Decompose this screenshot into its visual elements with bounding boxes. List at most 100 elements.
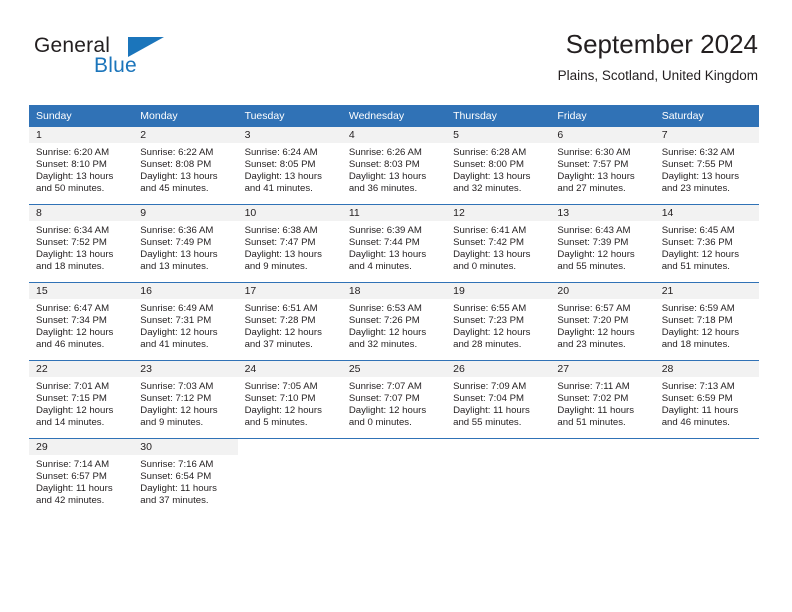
calendar-cell: 29 Sunrise: 7:14 AM Sunset: 6:57 PM Dayligh…	[29, 438, 134, 516]
daylight-duration-line2: and 50 minutes.	[36, 183, 105, 195]
day-info: Sunrise: 6:49 AM Sunset: 7:31 PM Daylight:…	[133, 299, 237, 351]
daylight-duration-line1: Daylight: 13 hours	[348, 249, 427, 261]
daylight-duration-line2: and 42 minutes.	[36, 495, 105, 507]
day-number: 4	[341, 127, 447, 143]
sunset-time: Sunset: 7:23 PM	[453, 315, 525, 327]
calendar-cell: 13 Sunrise: 6:43 AM Sunset: 7:39 PM Dayligh…	[550, 204, 655, 282]
day-cell[interactable]: 5 Sunrise: 6:28 AM Sunset: 8:00 PM Daylight…	[446, 126, 551, 204]
day-number	[341, 439, 447, 455]
day-cell[interactable]: 3 Sunrise: 6:24 AM Sunset: 8:05 PM Daylight…	[237, 126, 342, 204]
day-cell[interactable]: 12 Sunrise: 6:41 AM Sunset: 7:42 PM Dayligh…	[446, 204, 551, 282]
day-cell[interactable]: 14 Sunrise: 6:45 AM Sunset: 7:36 PM Dayligh…	[654, 204, 759, 282]
day-number: 16	[133, 283, 238, 299]
daylight-duration-line1: Daylight: 13 hours	[244, 171, 322, 183]
daylight-duration-line2: and 41 minutes.	[244, 183, 313, 195]
day-cell[interactable]: 18 Sunrise: 6:53 AM Sunset: 7:26 PM Dayligh…	[341, 282, 447, 360]
day-cell[interactable]: 29 Sunrise: 7:14 AM Sunset: 6:57 PM Dayligh…	[29, 438, 134, 516]
day-cell[interactable]: 21 Sunrise: 6:59 AM Sunset: 7:18 PM Dayligh…	[654, 282, 759, 360]
daylight-duration-line2: and 0 minutes.	[453, 261, 517, 273]
day-cell[interactable]: 2 Sunrise: 6:22 AM Sunset: 8:08 PM Daylight…	[133, 126, 238, 204]
sunset-time: Sunset: 7:52 PM	[36, 237, 107, 249]
daylight-duration-line2: and 18 minutes.	[661, 339, 730, 351]
day-info: Sunrise: 7:03 AM Sunset: 7:12 PM Daylight:…	[133, 377, 237, 429]
day-number	[654, 439, 759, 455]
sunset-time: Sunset: 7:20 PM	[557, 315, 629, 327]
daylight-duration-line1: Daylight: 11 hours	[557, 405, 635, 417]
sunrise-time: Sunrise: 6:36 AM	[140, 225, 214, 236]
sunset-time: Sunset: 7:49 PM	[140, 237, 212, 249]
day-cell[interactable]: 30 Sunrise: 7:16 AM Sunset: 6:54 PM Dayligh…	[133, 438, 238, 516]
day-cell[interactable]: 8 Sunrise: 6:34 AM Sunset: 7:52 PM Daylight…	[29, 204, 134, 282]
sunset-time: Sunset: 8:03 PM	[348, 159, 420, 171]
daylight-duration-line2: and 46 minutes.	[661, 417, 730, 429]
day-cell[interactable]: 25 Sunrise: 7:07 AM Sunset: 7:07 PM Dayligh…	[341, 360, 447, 438]
daylight-duration-line2: and 28 minutes.	[453, 339, 522, 351]
sunrise-time: Sunrise: 6:41 AM	[453, 225, 527, 236]
calendar-cell: 25 Sunrise: 7:07 AM Sunset: 7:07 PM Dayligh…	[341, 360, 447, 438]
day-info: Sunrise: 6:28 AM Sunset: 8:00 PM Daylight:…	[446, 143, 550, 195]
day-number: 3	[237, 127, 342, 143]
day-cell[interactable]: 20 Sunrise: 6:57 AM Sunset: 7:20 PM Dayligh…	[550, 282, 655, 360]
weekday-header-tuesday: Tuesday	[237, 105, 342, 126]
calendar-cell	[446, 438, 551, 516]
calendar-page: General Blue September 2024 Plains, Scot…	[0, 0, 792, 612]
day-cell[interactable]: 6 Sunrise: 6:30 AM Sunset: 7:57 PM Daylight…	[550, 126, 655, 204]
calendar-cell: 6 Sunrise: 6:30 AM Sunset: 7:57 PM Daylight…	[550, 126, 655, 204]
sunrise-time: Sunrise: 6:55 AM	[453, 303, 527, 314]
day-info: Sunrise: 7:14 AM Sunset: 6:57 PM Daylight:…	[29, 455, 133, 507]
brand-name-blue: Blue	[94, 54, 137, 77]
day-number: 12	[446, 205, 551, 221]
day-number: 1	[29, 127, 134, 143]
sunrise-time: Sunrise: 7:11 AM	[557, 381, 630, 392]
day-cell[interactable]: 23 Sunrise: 7:03 AM Sunset: 7:12 PM Dayligh…	[133, 360, 238, 438]
daylight-duration-line2: and 5 minutes.	[244, 417, 308, 429]
calendar-cell: 26 Sunrise: 7:09 AM Sunset: 7:04 PM Dayligh…	[446, 360, 551, 438]
day-cell[interactable]: 10 Sunrise: 6:38 AM Sunset: 7:47 PM Dayligh…	[237, 204, 342, 282]
day-cell[interactable]: 4 Sunrise: 6:26 AM Sunset: 8:03 PM Daylight…	[341, 126, 447, 204]
sunrise-time: Sunrise: 6:43 AM	[557, 225, 631, 236]
day-cell[interactable]: 28 Sunrise: 7:13 AM Sunset: 6:59 PM Dayligh…	[654, 360, 759, 438]
daylight-duration-line1: Daylight: 12 hours	[453, 327, 531, 339]
day-number: 24	[237, 361, 342, 377]
day-cell[interactable]: 16 Sunrise: 6:49 AM Sunset: 7:31 PM Dayligh…	[133, 282, 238, 360]
day-cell[interactable]: 22 Sunrise: 7:01 AM Sunset: 7:15 PM Dayligh…	[29, 360, 134, 438]
day-cell[interactable]: 17 Sunrise: 6:51 AM Sunset: 7:28 PM Dayligh…	[237, 282, 342, 360]
sunrise-time: Sunrise: 7:14 AM	[36, 459, 110, 470]
weekday-header-thursday: Thursday	[446, 105, 551, 126]
weekday-header-row: Sunday Monday Tuesday Wednesday Thursday Frid…	[29, 105, 759, 126]
sunrise-time: Sunrise: 7:07 AM	[348, 381, 422, 392]
day-cell[interactable]: 19 Sunrise: 6:55 AM Sunset: 7:23 PM Dayligh…	[446, 282, 551, 360]
sunset-time: Sunset: 8:00 PM	[453, 159, 525, 171]
day-cell[interactable]: 13 Sunrise: 6:43 AM Sunset: 7:39 PM Dayligh…	[550, 204, 655, 282]
calendar-cell	[654, 438, 759, 516]
day-number: 9	[133, 205, 238, 221]
calendar-cell: 16 Sunrise: 6:49 AM Sunset: 7:31 PM Dayligh…	[133, 282, 238, 360]
sunrise-time: Sunrise: 6:34 AM	[36, 225, 110, 236]
sunset-time: Sunset: 6:54 PM	[140, 471, 212, 483]
day-cell[interactable]: 1 Sunrise: 6:20 AM Sunset: 8:10 PM Daylight…	[29, 126, 134, 204]
sunset-time: Sunset: 7:12 PM	[140, 393, 212, 405]
day-cell[interactable]: 15 Sunrise: 6:47 AM Sunset: 7:34 PM Dayligh…	[29, 282, 134, 360]
day-cell[interactable]: 27 Sunrise: 7:11 AM Sunset: 7:02 PM Dayligh…	[550, 360, 655, 438]
day-info: Sunrise: 6:22 AM Sunset: 8:08 PM Daylight:…	[133, 143, 237, 195]
day-number: 2	[133, 127, 238, 143]
daylight-duration-line2: and 37 minutes.	[140, 495, 209, 507]
sunrise-time: Sunrise: 6:39 AM	[348, 225, 422, 236]
day-cell[interactable]: 9 Sunrise: 6:36 AM Sunset: 7:49 PM Daylight…	[133, 204, 238, 282]
empty-day-cell	[446, 438, 551, 516]
day-number: 27	[550, 361, 655, 377]
day-cell[interactable]: 24 Sunrise: 7:05 AM Sunset: 7:10 PM Dayligh…	[237, 360, 342, 438]
day-number: 8	[29, 205, 134, 221]
daylight-duration-line2: and 55 minutes.	[557, 261, 626, 273]
day-cell[interactable]: 11 Sunrise: 6:39 AM Sunset: 7:44 PM Dayligh…	[341, 204, 447, 282]
day-cell[interactable]: 26 Sunrise: 7:09 AM Sunset: 7:04 PM Dayligh…	[446, 360, 551, 438]
sunrise-time: Sunrise: 7:05 AM	[244, 381, 318, 392]
calendar-cell: 3 Sunrise: 6:24 AM Sunset: 8:05 PM Daylight…	[237, 126, 342, 204]
calendar-week-row: 8 Sunrise: 6:34 AM Sunset: 7:52 PM Daylight…	[29, 204, 759, 282]
day-info: Sunrise: 6:47 AM Sunset: 7:34 PM Daylight:…	[29, 299, 133, 351]
day-info: Sunrise: 6:38 AM Sunset: 7:47 PM Daylight:…	[238, 221, 342, 273]
calendar-cell: 7 Sunrise: 6:32 AM Sunset: 7:55 PM Daylight…	[654, 126, 759, 204]
daylight-duration-line1: Daylight: 12 hours	[348, 327, 427, 339]
sunrise-time: Sunrise: 6:22 AM	[140, 147, 214, 158]
day-cell[interactable]: 7 Sunrise: 6:32 AM Sunset: 7:55 PM Daylight…	[654, 126, 759, 204]
